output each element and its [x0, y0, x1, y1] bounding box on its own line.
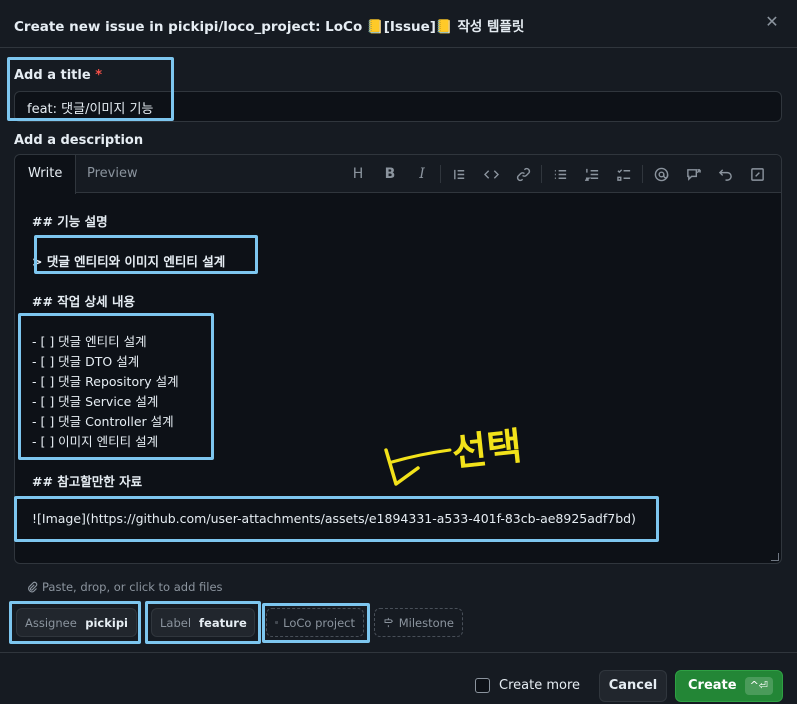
task-line: - [ ] 댓글 DTO 설계: [32, 354, 140, 369]
toolbar-divider: [642, 165, 643, 183]
description-editor[interactable]: Write Preview H B I ## 기능 설명 > 댓글 엔티티와 이…: [14, 154, 782, 564]
project-button[interactable]: LoCo project: [266, 608, 364, 637]
close-icon[interactable]: ✕: [763, 13, 781, 31]
paperclip-icon: [28, 581, 38, 593]
editor-tabbar: Write Preview H B I: [15, 155, 781, 194]
markdown-toolbar: H B I: [342, 164, 773, 184]
tab-write[interactable]: Write: [15, 155, 77, 194]
reference-icon[interactable]: [677, 164, 709, 184]
tab-preview[interactable]: Preview: [74, 155, 151, 193]
task-line: - [ ] 댓글 Service 설계: [32, 394, 159, 409]
create-issue-dialog: Create new issue in pickipi/loco_project…: [0, 0, 797, 704]
toolbar-divider: [541, 165, 542, 183]
bold-icon[interactable]: B: [374, 164, 406, 184]
link-icon[interactable]: [507, 164, 539, 184]
resize-handle[interactable]: [771, 553, 779, 561]
heading-references: ## 참고할만한 자료: [32, 474, 143, 489]
label-button[interactable]: Label feature: [151, 608, 255, 637]
assignee-button[interactable]: Assignee pickipi: [16, 608, 137, 637]
attach-files-hint[interactable]: Paste, drop, or click to add files: [26, 580, 223, 594]
label-label: Label: [160, 615, 192, 630]
mention-icon[interactable]: [645, 164, 677, 184]
fullscreen-icon[interactable]: [741, 164, 773, 184]
numbered-list-icon[interactable]: [576, 164, 608, 184]
create-button[interactable]: Create ^⏎: [675, 670, 783, 702]
quote-icon[interactable]: [443, 164, 475, 184]
image-link-line: ![Image](https://github.com/user-attachm…: [32, 511, 636, 526]
cancel-button[interactable]: Cancel: [599, 670, 667, 702]
milestone-label: Milestone: [398, 615, 454, 630]
milestone-icon: [384, 617, 394, 628]
undo-icon[interactable]: [709, 164, 741, 184]
title-label-text: Add a title: [14, 68, 91, 83]
task-line: - [ ] 댓글 Controller 설계: [32, 414, 174, 429]
attach-hint-text: Paste, drop, or click to add files: [42, 580, 223, 594]
dialog-header: Create new issue in pickipi/loco_project…: [0, 0, 797, 48]
milestone-button[interactable]: Milestone: [374, 608, 463, 637]
label-value: feature: [199, 615, 247, 630]
project-table-icon: [275, 621, 278, 624]
toolbar-divider: [440, 165, 441, 183]
title-input[interactable]: feat: 댓글/이미지 기능: [14, 91, 782, 122]
task-list-icon[interactable]: [608, 164, 640, 184]
task-line: - [ ] 이미지 엔티티 설계: [32, 434, 159, 449]
task-line: - [ ] 댓글 Repository 설계: [32, 374, 179, 389]
create-button-label: Create: [688, 678, 737, 693]
project-value: LoCo project: [283, 615, 355, 630]
dialog-footer: Create more Cancel Create ^⏎: [0, 652, 797, 704]
description-label: Add a description: [14, 133, 144, 148]
heading-feature-desc: ## 기능 설명: [32, 214, 108, 229]
heading-task-details: ## 작업 상세 내용: [32, 294, 136, 309]
quote-line: > 댓글 엔티티와 이미지 엔티티 설계: [32, 254, 226, 269]
code-icon[interactable]: [475, 164, 507, 184]
create-more-label[interactable]: Create more: [499, 678, 580, 693]
task-line: - [ ] 댓글 엔티티 설계: [32, 334, 147, 349]
required-mark: *: [95, 68, 102, 83]
assignee-value: pickipi: [85, 615, 128, 630]
shortcut-badge: ^⏎: [744, 677, 773, 695]
heading-icon[interactable]: H: [342, 164, 374, 184]
bullet-list-icon[interactable]: [544, 164, 576, 184]
italic-icon[interactable]: I: [406, 164, 438, 184]
create-more-checkbox[interactable]: [475, 678, 490, 693]
title-label: Add a title *: [14, 68, 102, 83]
assignee-label: Assignee: [25, 615, 77, 630]
dialog-title: Create new issue in pickipi/loco_project…: [14, 19, 525, 35]
